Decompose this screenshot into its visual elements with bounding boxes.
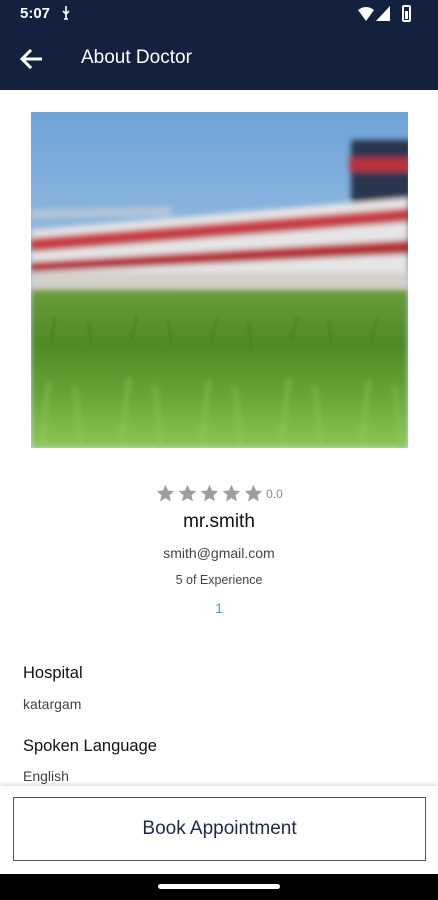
bottom-action-bar: Book Appointment [0, 786, 438, 874]
language-value: English [23, 768, 69, 784]
rating: 0.0 [0, 483, 438, 509]
book-appointment-button[interactable]: Book Appointment [13, 797, 426, 861]
doctor-photo [31, 112, 408, 448]
hospital-value: katargam [23, 696, 82, 712]
language-label: Spoken Language [23, 737, 157, 755]
wifi-icon [358, 7, 374, 21]
signal-icon [376, 6, 390, 21]
battery-icon [402, 5, 411, 22]
doctor-profile-screen: 5:07 About Doctor 0.0 mr.smith smith@gma… [0, 0, 438, 900]
home-gesture-handle[interactable] [158, 884, 280, 889]
doctor-experience: 5 of Experience [175, 573, 263, 587]
back-button[interactable] [14, 43, 48, 75]
star-icon [156, 484, 175, 502]
app-bar: About Doctor [0, 28, 438, 90]
doctor-count-link[interactable]: 1 [0, 600, 438, 616]
star-icon [178, 484, 197, 502]
rating-stars: 0.0 [155, 483, 283, 504]
page-title: About Doctor [81, 47, 192, 68]
status-bar: 5:07 [0, 0, 438, 28]
rating-value: 0.0 [266, 486, 283, 501]
status-time: 5:07 [20, 5, 51, 22]
star-icon [222, 484, 241, 502]
system-nav-bar [0, 874, 438, 900]
usb-debug-icon [62, 6, 70, 20]
doctor-name: mr.smith [183, 511, 255, 532]
doctor-email: smith@gmail.com [163, 545, 275, 561]
arrow-left-icon [20, 49, 42, 69]
star-icon [200, 484, 219, 502]
star-icon [244, 484, 263, 502]
hospital-label: Hospital [23, 664, 83, 682]
